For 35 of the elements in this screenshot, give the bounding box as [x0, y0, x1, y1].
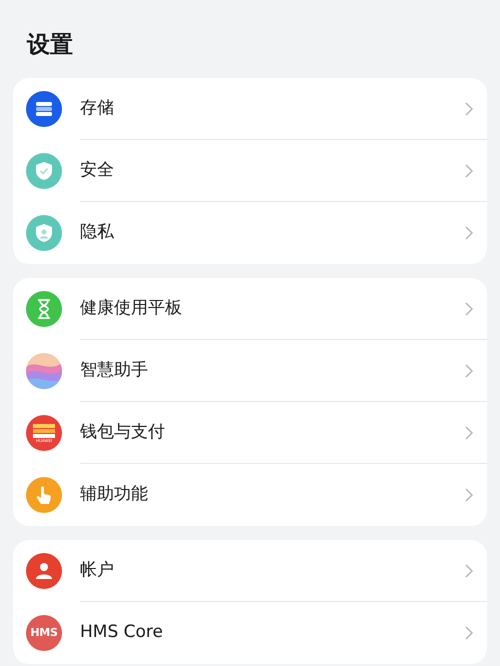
item-label: 健康使用平板 [80, 296, 183, 320]
item-label: 辅助功能 [80, 483, 149, 506]
item-label: 隐私 [80, 221, 115, 244]
chevron-icon [465, 364, 473, 378]
item-label: 帐户 [80, 558, 115, 582]
settings-item[interactable]: HMS HMS Core [26, 602, 487, 664]
hourglass-icon [37, 299, 51, 319]
assistant-icon [26, 353, 62, 389]
item-label: HMS Core [80, 621, 164, 644]
settings-item[interactable]: 健康使用平板 [26, 278, 487, 340]
settings-item[interactable]: 辅助功能 [26, 464, 487, 526]
chevron-icon [465, 164, 473, 178]
settings-item[interactable]: 隐私 [26, 202, 487, 264]
chevron-icon [465, 426, 473, 440]
item-label: 钱包与支付 [80, 420, 166, 444]
chevron-icon [465, 302, 473, 316]
storage-icon [35, 101, 53, 117]
item-label: 智慧助手 [80, 358, 149, 382]
settings-item[interactable]: 帐户 [26, 540, 487, 602]
item-label: 安全 [80, 158, 115, 182]
shield-person-icon [35, 223, 53, 243]
shield-check-icon [35, 161, 53, 181]
person-icon [35, 562, 53, 580]
settings-item[interactable]: 存储 [26, 78, 487, 140]
hms-logo: HMS [30, 624, 58, 641]
hand-pointer-icon [35, 485, 53, 505]
page-title: 设置 [26, 31, 74, 60]
chevron-icon [465, 102, 473, 116]
chevron-icon [465, 626, 473, 640]
settings-item[interactable]: 安全 [26, 140, 487, 202]
settings-item[interactable]: 智慧助手 [26, 340, 487, 402]
chevron-icon [465, 488, 473, 502]
chevron-icon [465, 564, 473, 578]
item-label: 存储 [80, 96, 115, 120]
chevron-icon [465, 226, 473, 240]
